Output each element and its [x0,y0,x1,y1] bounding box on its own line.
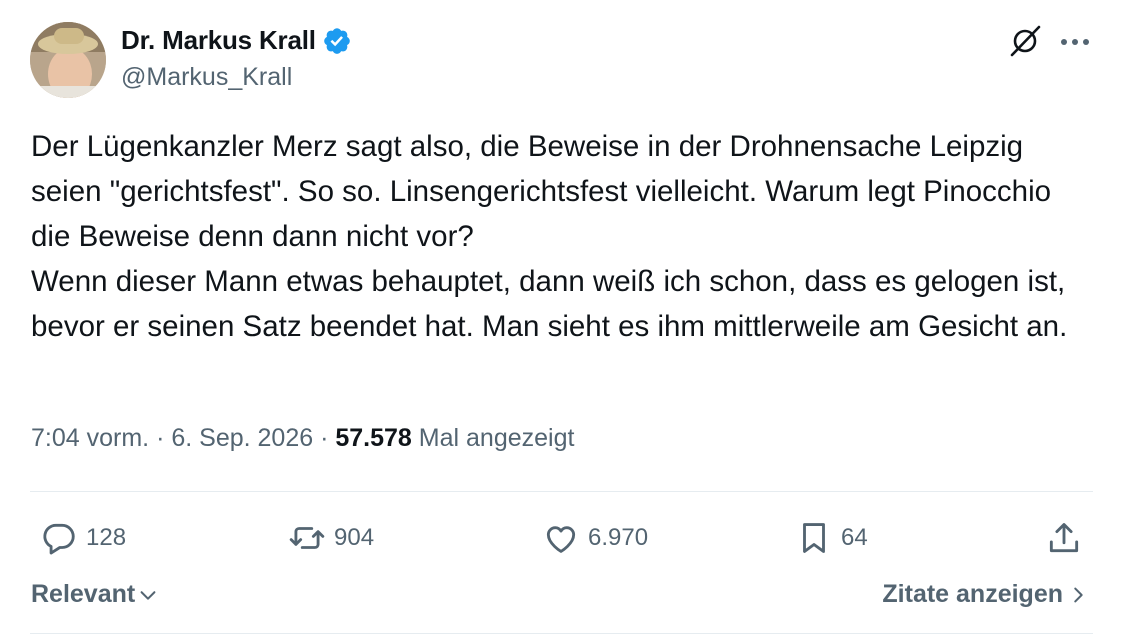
view-count: 57.578 [335,424,412,452]
author-name[interactable]: Dr. Markus Krall [121,25,316,56]
meta-separator: · [156,424,172,452]
like-icon [546,526,576,553]
tweet-meta: 7:04 vorm. · 6. Sep. 2026 · 57.578 Mal a… [31,424,574,453]
repost-icon [289,527,325,549]
verified-badge-icon[interactable] [322,26,352,56]
action-bar: 128 904 6.970 64 [30,515,1093,561]
bookmark-count: 64 [841,524,868,551]
repost-button[interactable]: 904 [288,515,374,561]
reply-icon [43,523,75,555]
bookmark-icon [803,523,825,553]
more-icon[interactable] [1060,38,1090,46]
tweet-time[interactable]: 7:04 vorm. [31,424,149,452]
tweet-date[interactable]: 6. Sep. 2026 [171,424,313,452]
share-icon [1049,523,1079,553]
quotes-label: Zitate anzeigen [882,580,1063,608]
divider [30,633,1093,634]
view-quotes-link[interactable]: Zitate anzeigen [882,580,1089,609]
bookmark-button[interactable]: 64 [795,515,868,561]
grok-icon[interactable] [1006,22,1044,60]
chevron-right-icon [1074,587,1083,602]
meta-separator: · [320,424,336,452]
tweet-text: Der Lügenkanzler Merz sagt also, die Bew… [31,130,1068,343]
divider [30,491,1093,492]
sort-label: Relevant [31,580,136,608]
reply-button[interactable]: 128 [40,515,126,561]
sort-dropdown[interactable]: Relevant [31,580,159,609]
chevron-down-icon [140,590,156,600]
reply-count: 128 [86,524,127,551]
like-count: 6.970 [588,524,649,551]
share-button[interactable] [1045,515,1083,561]
repost-count: 904 [334,524,375,551]
views-label: Mal angezeigt [418,424,575,452]
avatar[interactable] [30,22,106,98]
author-handle[interactable]: @Markus_Krall [121,63,292,92]
like-button[interactable]: 6.970 [542,515,648,561]
